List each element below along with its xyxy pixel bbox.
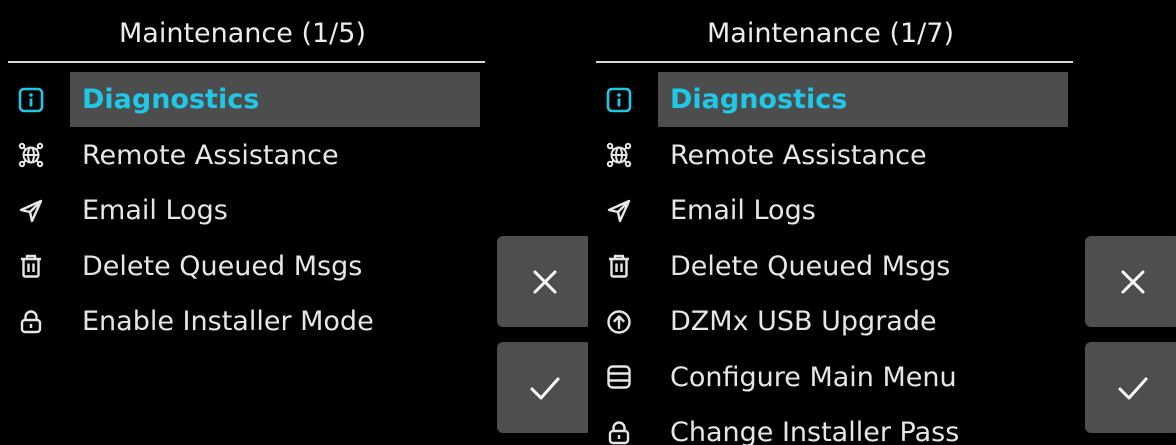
menu-item-delete-queued-msgs[interactable]: Delete Queued Msgs <box>0 239 480 295</box>
confirm-button[interactable] <box>1085 342 1176 433</box>
menu-item-label: Email Logs <box>82 195 228 226</box>
menu-item-email-logs[interactable]: Email Logs <box>588 183 1068 239</box>
title-divider <box>596 61 1073 63</box>
menu-item-label: Change Installer Pass <box>670 417 960 445</box>
menu-item-label: Configure Main Menu <box>670 361 957 393</box>
info-icon <box>606 87 632 113</box>
info-icon <box>18 87 44 113</box>
close-icon <box>1121 270 1144 293</box>
menu-item-dzmx-usb-upgrade[interactable]: DZMx USB Upgrade <box>588 294 1068 350</box>
screen-title: Maintenance (1/7) <box>707 18 954 49</box>
menu-item-diagnostics[interactable]: Diagnostics <box>588 72 1068 128</box>
close-icon <box>533 270 556 293</box>
cancel-button[interactable] <box>1085 236 1176 327</box>
menu-item-remote-assistance[interactable]: Remote Assistance <box>588 128 1068 184</box>
menu-item-label: Diagnostics <box>70 72 480 127</box>
menu-item-label: Email Logs <box>670 195 816 226</box>
title-divider <box>8 61 485 63</box>
globe-network-icon <box>18 142 44 168</box>
menu-item-label: DZMx USB Upgrade <box>670 306 937 337</box>
globe-network-icon <box>606 142 632 168</box>
send-icon <box>606 198 632 224</box>
menu-item-label: Remote Assistance <box>670 139 927 171</box>
menu-item-label: Diagnostics <box>658 72 1068 127</box>
menu-item-change-installer-pass[interactable]: Change Installer Pass <box>588 405 1068 445</box>
check-icon <box>530 377 559 399</box>
screen-title: Maintenance (1/5) <box>119 18 366 49</box>
maintenance-screen-2: Maintenance (1/7) Diagnostics Remote Ass… <box>588 0 1176 445</box>
lock-icon <box>18 309 44 335</box>
confirm-button[interactable] <box>497 342 588 433</box>
menu-item-delete-queued-msgs[interactable]: Delete Queued Msgs <box>588 239 1068 295</box>
maintenance-menu: Diagnostics Remote Assistance Email Logs… <box>588 72 1068 445</box>
cancel-button[interactable] <box>497 236 588 327</box>
trash-icon <box>18 253 44 279</box>
upload-icon <box>606 309 632 335</box>
menu-item-label: Delete Queued Msgs <box>82 250 363 282</box>
menu-item-remote-assistance[interactable]: Remote Assistance <box>0 128 480 184</box>
send-icon <box>18 198 44 224</box>
maintenance-menu: Diagnostics Remote Assistance Email Logs… <box>0 72 480 350</box>
menu-item-label: Enable Installer Mode <box>82 306 374 337</box>
lock-icon <box>606 420 632 445</box>
list-icon <box>606 364 632 390</box>
menu-item-label: Remote Assistance <box>82 139 339 171</box>
maintenance-screen-1: Maintenance (1/5) Diagnostics Remote Ass… <box>0 0 588 445</box>
menu-item-diagnostics[interactable]: Diagnostics <box>0 72 480 128</box>
check-icon <box>1118 377 1147 399</box>
menu-item-email-logs[interactable]: Email Logs <box>0 183 480 239</box>
menu-item-configure-main-menu[interactable]: Configure Main Menu <box>588 350 1068 406</box>
menu-item-label: Delete Queued Msgs <box>670 250 951 282</box>
menu-item-enable-installer-mode[interactable]: Enable Installer Mode <box>0 294 480 350</box>
trash-icon <box>606 253 632 279</box>
